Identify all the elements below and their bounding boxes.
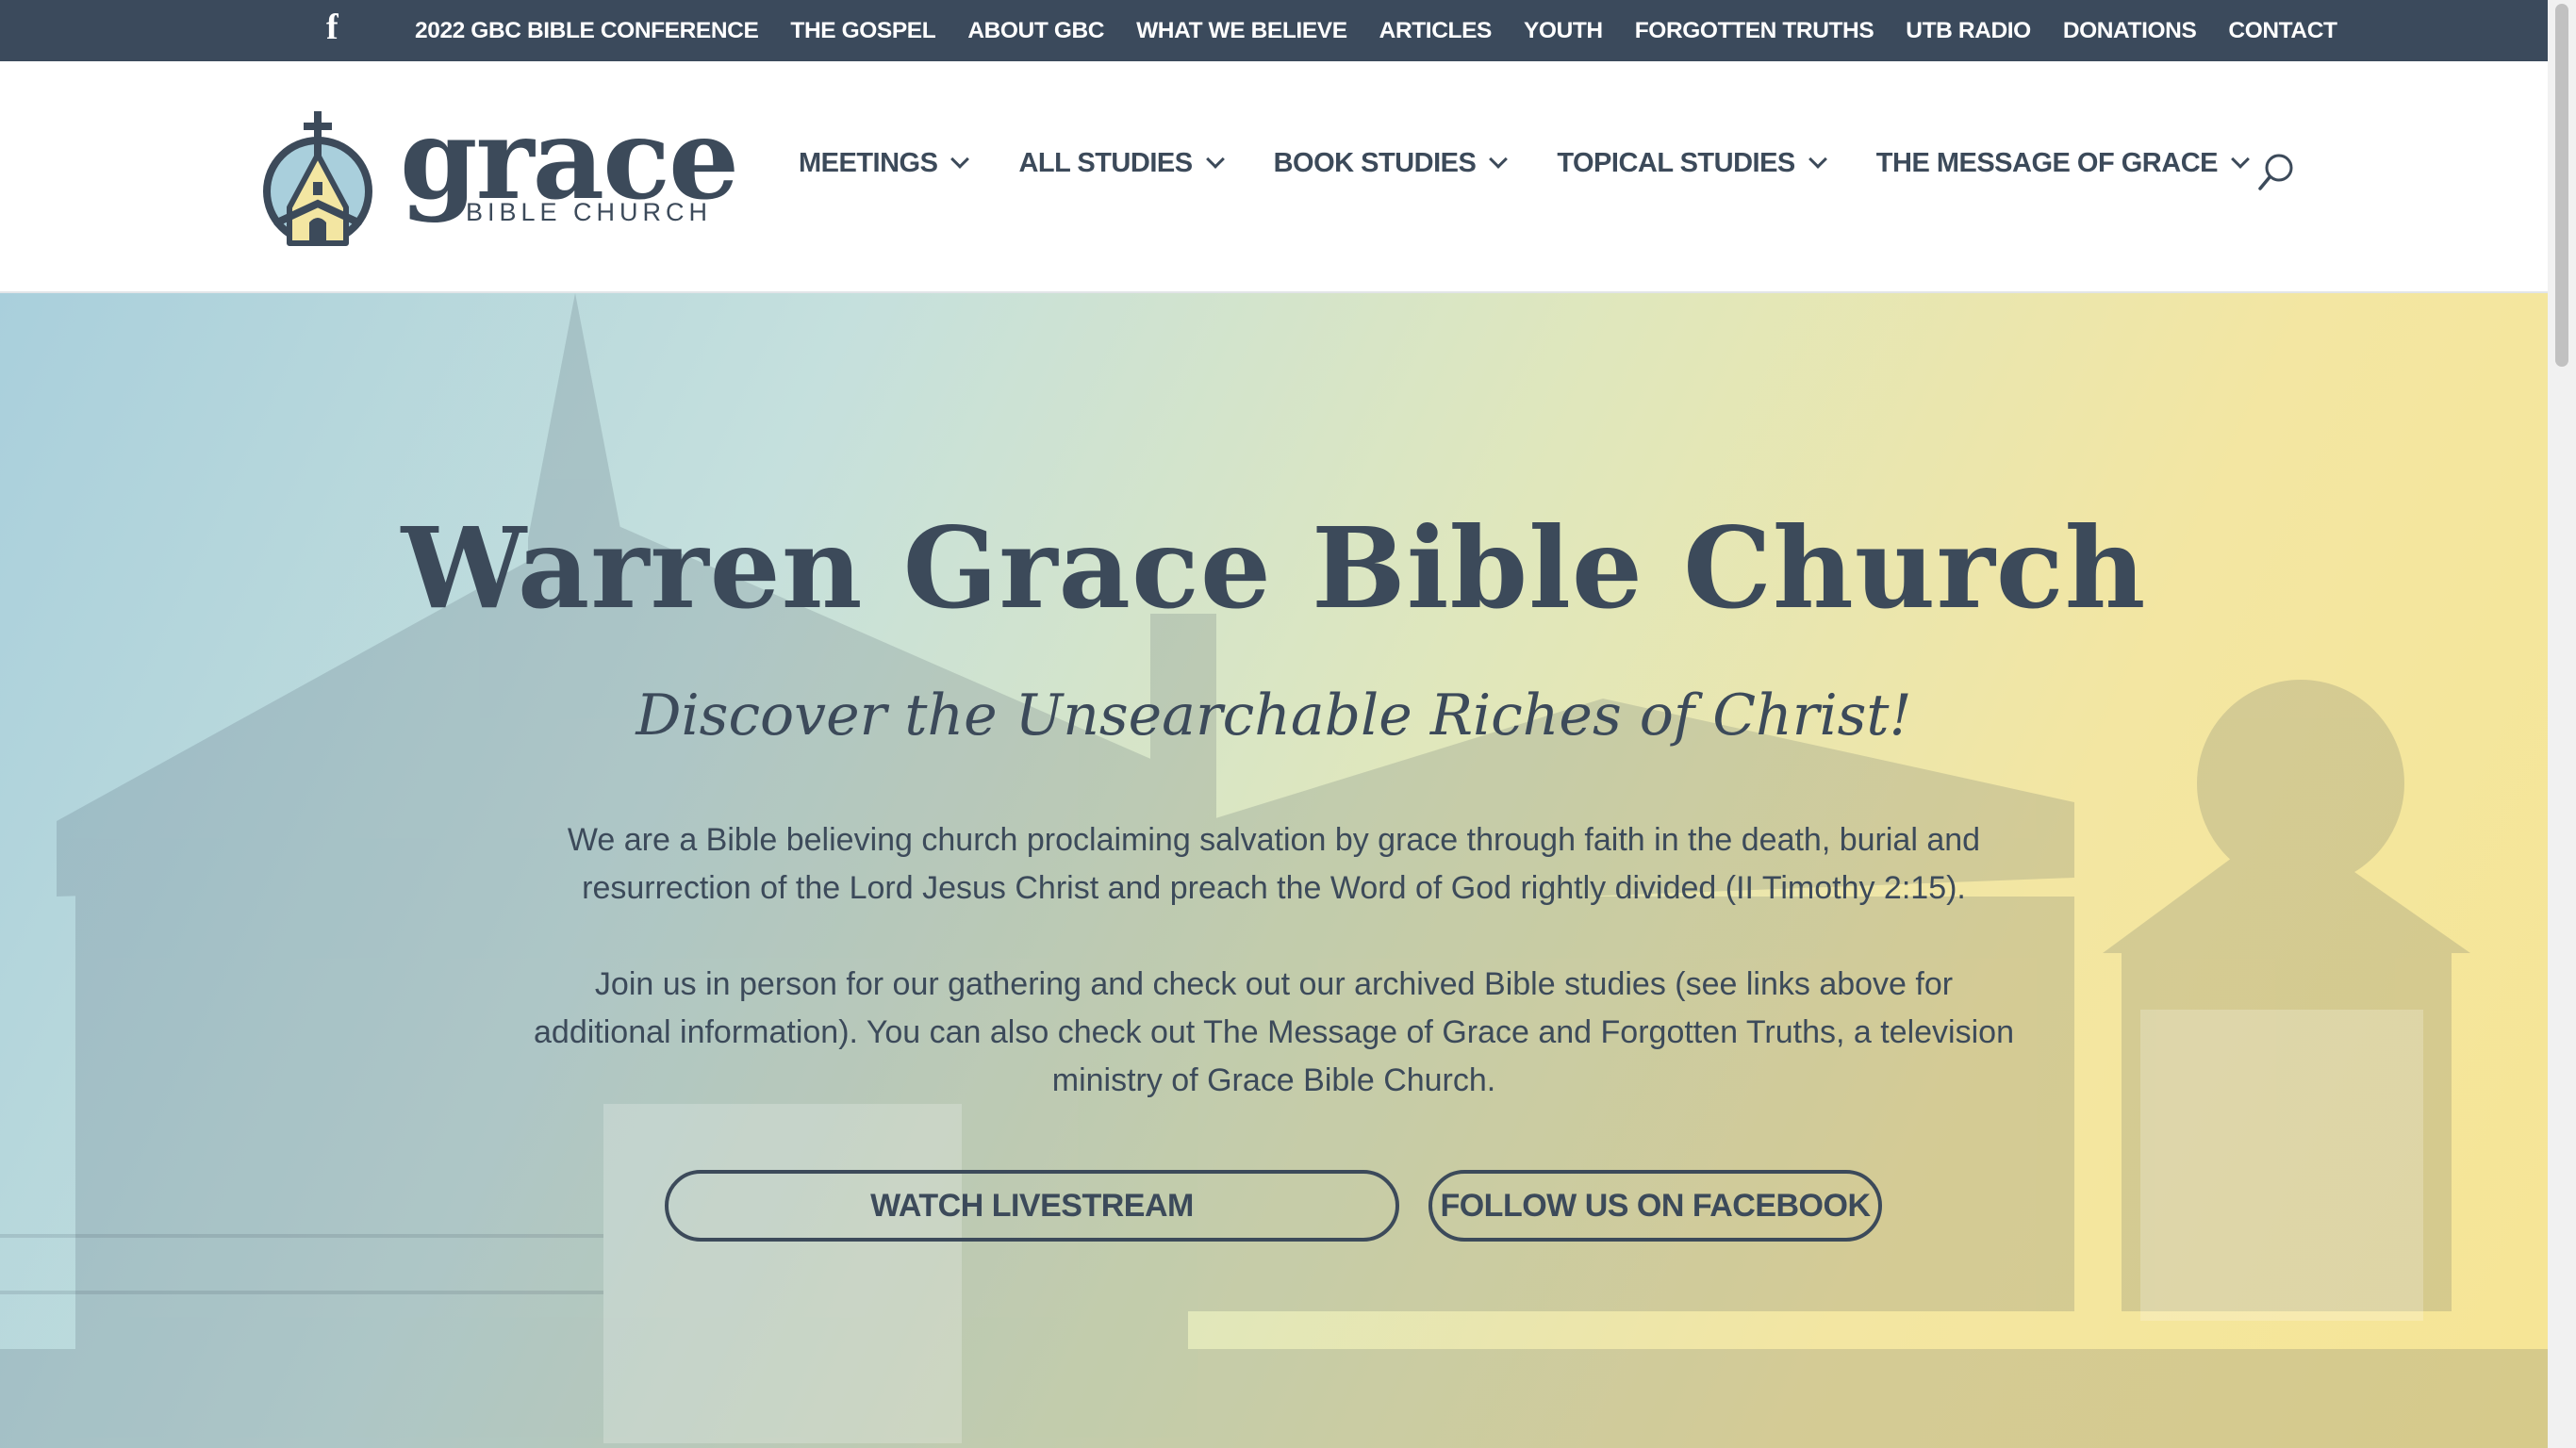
top-bar: f 2022 GBC BIBLE CONFERENCE THE GOSPEL A… bbox=[0, 0, 2548, 61]
site-logo[interactable]: grace BIBLE CHURCH bbox=[256, 98, 739, 253]
nav-book-studies[interactable]: BOOK STUDIES bbox=[1273, 148, 1509, 179]
top-nav-about[interactable]: ABOUT GBC bbox=[967, 18, 1104, 44]
top-nav-donations[interactable]: DONATIONS bbox=[2063, 18, 2197, 44]
nav-message-of-grace[interactable]: THE MESSAGE OF GRACE bbox=[1875, 148, 2250, 179]
search-icon[interactable] bbox=[2257, 152, 2295, 193]
hero-title: Warren Grace Bible Church bbox=[401, 502, 2147, 634]
chevron-down-icon bbox=[1808, 149, 1827, 169]
top-nav-articles[interactable]: ARTICLES bbox=[1379, 18, 1493, 44]
logo-subtitle: BIBLE CHURCH bbox=[466, 198, 713, 226]
watch-livestream-button[interactable]: WATCH LIVESTREAM bbox=[665, 1170, 1399, 1242]
top-nav-gospel[interactable]: THE GOSPEL bbox=[790, 18, 935, 44]
chevron-down-icon bbox=[1205, 149, 1225, 169]
nav-topical-studies-label: TOPICAL STUDIES bbox=[1557, 148, 1795, 178]
hero-subtitle: Discover the Unsearchable Riches of Chri… bbox=[636, 683, 1912, 749]
nav-message-of-grace-label: THE MESSAGE OF GRACE bbox=[1875, 148, 2219, 178]
top-nav-utb-radio[interactable]: UTB RADIO bbox=[1906, 18, 2031, 44]
scrollbar-thumb[interactable] bbox=[2555, 4, 2568, 367]
top-nav-youth[interactable]: YOUTH bbox=[1524, 18, 1603, 44]
church-cross-icon bbox=[263, 111, 372, 246]
nav-meetings[interactable]: MEETINGS bbox=[799, 148, 970, 179]
follow-facebook-button[interactable]: FOLLOW US ON FACEBOOK bbox=[1428, 1170, 1882, 1242]
main-nav: MEETINGS ALL STUDIES BOOK STUDIES TOPICA… bbox=[799, 148, 2299, 179]
nav-meetings-label: MEETINGS bbox=[799, 148, 938, 178]
top-nav: 2022 GBC BIBLE CONFERENCE THE GOSPEL ABO… bbox=[415, 0, 2370, 61]
site-header: grace BIBLE CHURCH MEETINGS ALL STUDIES … bbox=[0, 61, 2548, 293]
top-nav-contact[interactable]: CONTACT bbox=[2228, 18, 2337, 44]
hero-intro-paragraph: We are a Bible believing church proclaim… bbox=[567, 822, 1981, 906]
hero-section: Warren Grace Bible Church Discover the U… bbox=[0, 293, 2548, 1448]
hero-invite-paragraph: Join us in person for our gathering and … bbox=[534, 966, 2014, 1098]
chevron-down-icon bbox=[1489, 149, 1509, 169]
nav-book-studies-label: BOOK STUDIES bbox=[1273, 148, 1477, 178]
chevron-down-icon bbox=[950, 149, 970, 169]
top-nav-conference[interactable]: 2022 GBC BIBLE CONFERENCE bbox=[415, 18, 759, 44]
nav-all-studies-label: ALL STUDIES bbox=[1018, 148, 1193, 178]
chevron-down-icon bbox=[2231, 149, 2250, 169]
nav-topical-studies[interactable]: TOPICAL STUDIES bbox=[1557, 148, 1827, 179]
top-nav-beliefs[interactable]: WHAT WE BELIEVE bbox=[1136, 18, 1347, 44]
page-scrollbar[interactable] bbox=[2548, 0, 2576, 1448]
top-nav-forgotten-truths[interactable]: FORGOTTEN TRUTHS bbox=[1635, 18, 1874, 44]
facebook-icon[interactable]: f bbox=[326, 9, 347, 45]
nav-all-studies[interactable]: ALL STUDIES bbox=[1018, 148, 1225, 179]
